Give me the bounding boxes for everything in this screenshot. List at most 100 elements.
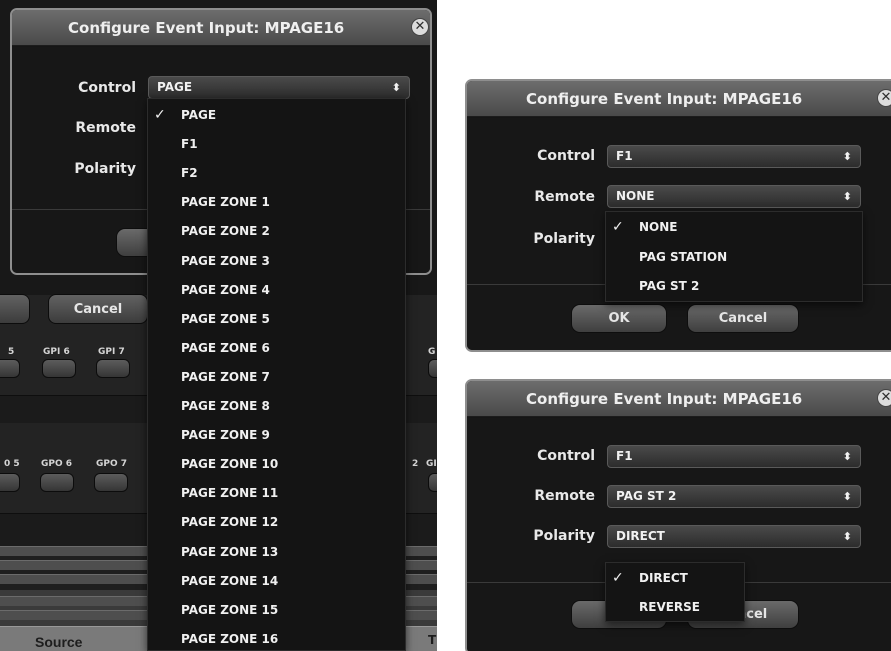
menu-item-label: PAGE ZONE 12 xyxy=(181,515,279,530)
gpi-toggle[interactable] xyxy=(428,359,437,378)
dialog-title: Configure Event Input: MPAGE16 xyxy=(68,19,345,37)
remote-select[interactable]: PAG ST 2 ⬍ xyxy=(607,485,861,508)
close-icon[interactable]: ✕ xyxy=(877,89,891,107)
menu-item-label: PAGE ZONE 13 xyxy=(181,544,279,559)
column-header-source[interactable]: Source xyxy=(35,634,82,650)
menu-item[interactable]: PAG STATION xyxy=(606,243,862,272)
menu-item[interactable]: PAGE ZONE 2 xyxy=(148,217,405,246)
menu-item[interactable]: PAGE ZONE 14 xyxy=(148,567,405,596)
checkmark-icon: ✓ xyxy=(612,219,624,235)
gpo-label: GPO 6 xyxy=(41,459,73,469)
menu-item-label: PAGE xyxy=(181,108,217,122)
dialog-title: Configure Event Input: MPAGE16 xyxy=(526,390,803,408)
polarity-label: Polarity xyxy=(74,161,136,177)
menu-item-label: PAGE ZONE 10 xyxy=(181,457,279,472)
background-cancel-button[interactable]: Cancel xyxy=(48,294,148,324)
remote-label: Remote xyxy=(534,189,595,205)
column-header-t[interactable]: T xyxy=(428,633,436,647)
control-label: Control xyxy=(537,448,595,464)
menu-item[interactable]: PAGE ZONE 11 xyxy=(148,479,405,508)
menu-item[interactable]: PAGE ZONE 5 xyxy=(148,305,405,334)
menu-item-label: PAGE ZONE 1 xyxy=(181,195,270,210)
menu-item[interactable]: PAGE ZONE 9 xyxy=(148,421,405,450)
close-icon[interactable]: ✕ xyxy=(411,18,429,36)
menu-item[interactable]: PAG ST 2 xyxy=(606,272,862,301)
gpo-toggle[interactable] xyxy=(94,473,128,492)
menu-item[interactable]: PAGE ZONE 6 xyxy=(148,334,405,363)
menu-item[interactable]: PAGE ZONE 13 xyxy=(148,538,405,567)
menu-item-label: PAGE ZONE 9 xyxy=(181,428,270,443)
gpo-label: GI xyxy=(426,459,437,469)
gpi-toggle[interactable] xyxy=(42,359,76,378)
menu-item-label: PAGE ZONE 11 xyxy=(181,486,279,501)
menu-item-label: PAG STATION xyxy=(639,249,728,264)
menu-item-label: PAGE ZONE 4 xyxy=(181,282,270,297)
menu-item[interactable]: ✓ DIRECT xyxy=(606,564,744,593)
up-down-chevron-icon: ⬍ xyxy=(842,450,852,463)
menu-item[interactable]: PAGE ZONE 8 xyxy=(148,392,405,421)
menu-item-label: PAG ST 2 xyxy=(639,279,700,293)
up-down-chevron-icon: ⬍ xyxy=(842,530,852,543)
gpo-label: GPO 7 xyxy=(96,459,128,469)
gpo-label: 0 5 xyxy=(4,459,20,469)
control-select[interactable]: PAGE ⬍ xyxy=(148,76,410,99)
gpi-label: GPI 6 xyxy=(43,347,70,357)
gpo-label: 2 xyxy=(412,459,419,469)
control-select-value: F1 xyxy=(616,149,633,163)
remote-select-value: PAG ST 2 xyxy=(616,489,677,503)
menu-item-label: PAGE ZONE 14 xyxy=(181,573,279,588)
menu-item[interactable]: PAGE ZONE 7 xyxy=(148,363,405,392)
menu-item[interactable]: PAGE ZONE 4 xyxy=(148,276,405,305)
menu-item[interactable]: ✓ PAGE xyxy=(148,101,405,130)
gpo-toggle[interactable] xyxy=(40,473,74,492)
menu-item-label: PAGE ZONE 5 xyxy=(181,311,270,326)
checkmark-icon: ✓ xyxy=(612,570,624,586)
menu-item[interactable]: PAGE ZONE 3 xyxy=(148,247,405,276)
control-label: Control xyxy=(78,80,136,96)
menu-item-label: PAGE ZONE 8 xyxy=(181,399,270,413)
gpi-toggle[interactable] xyxy=(0,359,20,378)
menu-item-label: F1 xyxy=(181,137,198,152)
ok-button[interactable]: OK xyxy=(571,304,667,333)
remote-label: Remote xyxy=(75,120,136,136)
menu-item[interactable]: PAGE ZONE 10 xyxy=(148,450,405,479)
gpo-toggle[interactable] xyxy=(428,473,437,492)
up-down-chevron-icon: ⬍ xyxy=(842,490,852,503)
close-icon[interactable]: ✕ xyxy=(877,389,891,407)
control-label: Control xyxy=(537,148,595,164)
menu-item[interactable]: F2 xyxy=(148,159,405,188)
polarity-select[interactable]: DIRECT ⬍ xyxy=(607,525,861,548)
polarity-dropdown-menu: ✓ DIRECT REVERSE xyxy=(605,562,745,622)
menu-item[interactable]: PAGE ZONE 12 xyxy=(148,508,405,537)
dialog-title: Configure Event Input: MPAGE16 xyxy=(526,90,803,108)
remote-select[interactable]: NONE ⬍ xyxy=(607,185,861,208)
cancel-button[interactable]: Cancel xyxy=(687,304,799,333)
polarity-label: Polarity xyxy=(533,528,595,544)
menu-item[interactable]: ✓ NONE xyxy=(606,213,862,242)
control-select[interactable]: F1 ⬍ xyxy=(607,445,861,468)
menu-item[interactable]: F1 xyxy=(148,130,405,159)
menu-item-label: PAGE ZONE 16 xyxy=(181,631,279,646)
gpi-label: GPI 7 xyxy=(98,347,125,357)
menu-item-label: PAGE ZONE 2 xyxy=(181,224,270,239)
gpi-label: 5 xyxy=(8,347,15,357)
remote-select-value: NONE xyxy=(616,189,655,203)
gpo-toggle[interactable] xyxy=(0,473,20,492)
dialog-titlebar: Configure Event Input: MPAGE16 ✕ xyxy=(12,10,430,46)
up-down-chevron-icon: ⬍ xyxy=(842,150,852,163)
up-down-chevron-icon: ⬍ xyxy=(391,81,401,94)
background-button[interactable] xyxy=(0,294,30,324)
menu-item[interactable]: PAGE ZONE 16 xyxy=(148,625,405,651)
menu-item-label: REVERSE xyxy=(639,600,701,614)
menu-item[interactable]: PAGE ZONE 15 xyxy=(148,596,405,625)
gpi-toggle[interactable] xyxy=(96,359,130,378)
menu-item[interactable]: REVERSE xyxy=(606,593,744,622)
control-select[interactable]: F1 ⬍ xyxy=(607,145,861,168)
checkmark-icon: ✓ xyxy=(154,107,166,123)
polarity-select-value: DIRECT xyxy=(616,529,665,543)
menu-item-label: PAGE ZONE 7 xyxy=(181,369,270,384)
menu-item-label: DIRECT xyxy=(639,571,688,585)
menu-item[interactable]: PAGE ZONE 1 xyxy=(148,188,405,217)
remote-label: Remote xyxy=(534,488,595,504)
menu-item-label: PAGE ZONE 6 xyxy=(181,340,270,355)
